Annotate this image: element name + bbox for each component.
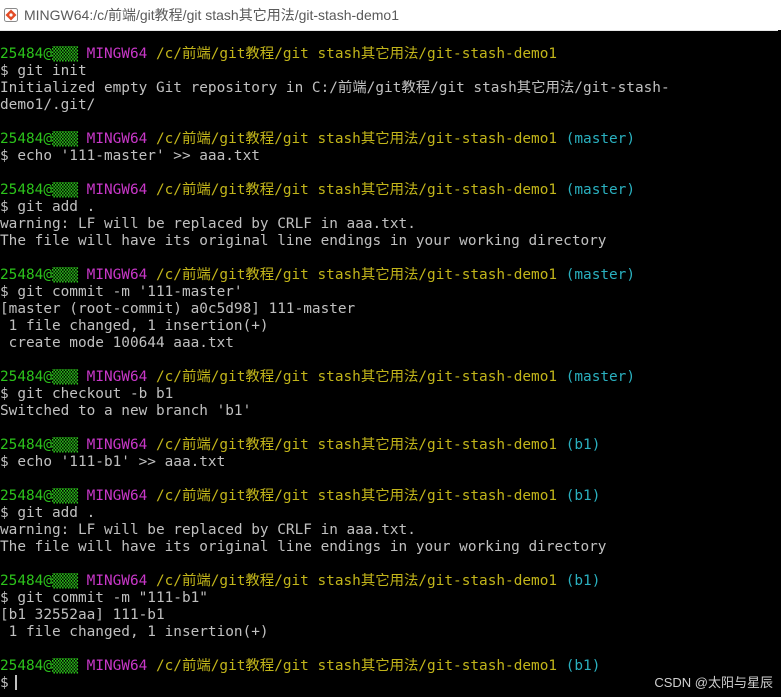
- prompt-env: MINGW64: [86, 437, 148, 453]
- prompt-line: 25484@▒▒▒ MINGW64 /c/前端/git教程/git stash其…: [0, 267, 781, 284]
- prompt-user: 25484@▒▒▒: [0, 369, 78, 385]
- title-bar[interactable]: MINGW64:/c/前端/git教程/git stash其它用法/git-st…: [0, 0, 781, 31]
- prompt-path: /c/前端/git教程/git stash其它用法/git-stash-demo…: [155, 573, 558, 589]
- window-title: MINGW64:/c/前端/git教程/git stash其它用法/git-st…: [24, 7, 399, 23]
- command-line: $ git commit -m "111-b1": [0, 590, 208, 606]
- output-line: create mode 100644 aaa.txt: [0, 335, 234, 351]
- prompt-env: MINGW64: [86, 369, 148, 385]
- prompt-env: MINGW64: [86, 131, 148, 147]
- prompt-user: 25484@▒▒▒: [0, 131, 78, 147]
- prompt-branch: (b1): [565, 658, 601, 674]
- prompt-line: 25484@▒▒▒ MINGW64 /c/前端/git教程/git stash其…: [0, 573, 781, 590]
- command-line: $ git add .: [0, 505, 96, 521]
- prompt-line: 25484@▒▒▒ MINGW64 /c/前端/git教程/git stash其…: [0, 46, 781, 63]
- output-line: 1 file changed, 1 insertion(+): [0, 318, 269, 334]
- terminal-window: MINGW64:/c/前端/git教程/git stash其它用法/git-st…: [0, 0, 781, 697]
- prompt-path: /c/前端/git教程/git stash其它用法/git-stash-demo…: [155, 658, 558, 674]
- output-line: Initialized empty Git repository in C:/前…: [0, 80, 670, 96]
- prompt-line: 25484@▒▒▒ MINGW64 /c/前端/git教程/git stash其…: [0, 131, 781, 148]
- prompt-env: MINGW64: [86, 267, 148, 283]
- prompt-user: 25484@▒▒▒: [0, 488, 78, 504]
- prompt-path: /c/前端/git教程/git stash其它用法/git-stash-demo…: [155, 131, 558, 147]
- command-line: $ git checkout -b b1: [0, 386, 174, 402]
- command-line: $ git add .: [0, 199, 96, 215]
- command-line: $ git init: [0, 63, 87, 79]
- output-line: The file will have its original line end…: [0, 539, 607, 555]
- prompt-path: /c/前端/git教程/git stash其它用法/git-stash-demo…: [155, 488, 558, 504]
- prompt-branch: (b1): [565, 573, 601, 589]
- prompt-env: MINGW64: [86, 488, 148, 504]
- prompt-user: 25484@▒▒▒: [0, 573, 78, 589]
- output-line: The file will have its original line end…: [0, 233, 607, 249]
- prompt-line: 25484@▒▒▒ MINGW64 /c/前端/git教程/git stash其…: [0, 437, 781, 454]
- prompt-branch: (master): [565, 131, 636, 147]
- output-line: Switched to a new branch 'b1': [0, 403, 252, 419]
- output-line: 1 file changed, 1 insertion(+): [0, 624, 269, 640]
- prompt-env: MINGW64: [86, 182, 148, 198]
- output-line: demo1/.git/: [0, 97, 96, 113]
- command-line: $ git commit -m '111-master': [0, 284, 243, 300]
- prompt-user: 25484@▒▒▒: [0, 46, 78, 62]
- prompt-path: /c/前端/git教程/git stash其它用法/git-stash-demo…: [155, 437, 558, 453]
- command-line: $ echo '111-master' >> aaa.txt: [0, 148, 260, 164]
- output-line: [master (root-commit) a0c5d98] 111-maste…: [0, 301, 356, 317]
- prompt-env: MINGW64: [86, 658, 148, 674]
- output-line: warning: LF will be replaced by CRLF in …: [0, 216, 416, 232]
- prompt-path: /c/前端/git教程/git stash其它用法/git-stash-demo…: [155, 369, 558, 385]
- terminal-output[interactable]: 25484@▒▒▒ MINGW64 /c/前端/git教程/git stash其…: [0, 46, 781, 697]
- prompt-branch: (master): [565, 182, 636, 198]
- prompt-line: 25484@▒▒▒ MINGW64 /c/前端/git教程/git stash其…: [0, 488, 781, 505]
- prompt-user: 25484@▒▒▒: [0, 658, 78, 674]
- prompt-line: 25484@▒▒▒ MINGW64 /c/前端/git教程/git stash其…: [0, 182, 781, 199]
- prompt-env: MINGW64: [86, 46, 148, 62]
- prompt-path: /c/前端/git教程/git stash其它用法/git-stash-demo…: [155, 182, 558, 198]
- prompt-env: MINGW64: [86, 573, 148, 589]
- prompt-branch: (master): [565, 369, 636, 385]
- watermark: CSDN @太阳与星辰: [654, 675, 773, 690]
- prompt-line: 25484@▒▒▒ MINGW64 /c/前端/git教程/git stash其…: [0, 369, 781, 386]
- text-cursor: [14, 675, 17, 690]
- prompt-path: /c/前端/git教程/git stash其它用法/git-stash-demo…: [155, 46, 558, 62]
- output-line: [b1 32552aa] 111-b1: [0, 607, 165, 623]
- prompt-branch: (b1): [565, 437, 601, 453]
- prompt-user: 25484@▒▒▒: [0, 182, 78, 198]
- git-bash-icon: [4, 8, 18, 22]
- command-prompt-symbol: $: [0, 675, 9, 691]
- prompt-user: 25484@▒▒▒: [0, 267, 78, 283]
- prompt-path: /c/前端/git教程/git stash其它用法/git-stash-demo…: [155, 267, 558, 283]
- prompt-branch: (b1): [565, 488, 601, 504]
- prompt-branch: (master): [565, 267, 636, 283]
- prompt-user: 25484@▒▒▒: [0, 437, 78, 453]
- command-line: $ echo '111-b1' >> aaa.txt: [0, 454, 226, 470]
- output-line: warning: LF will be replaced by CRLF in …: [0, 522, 416, 538]
